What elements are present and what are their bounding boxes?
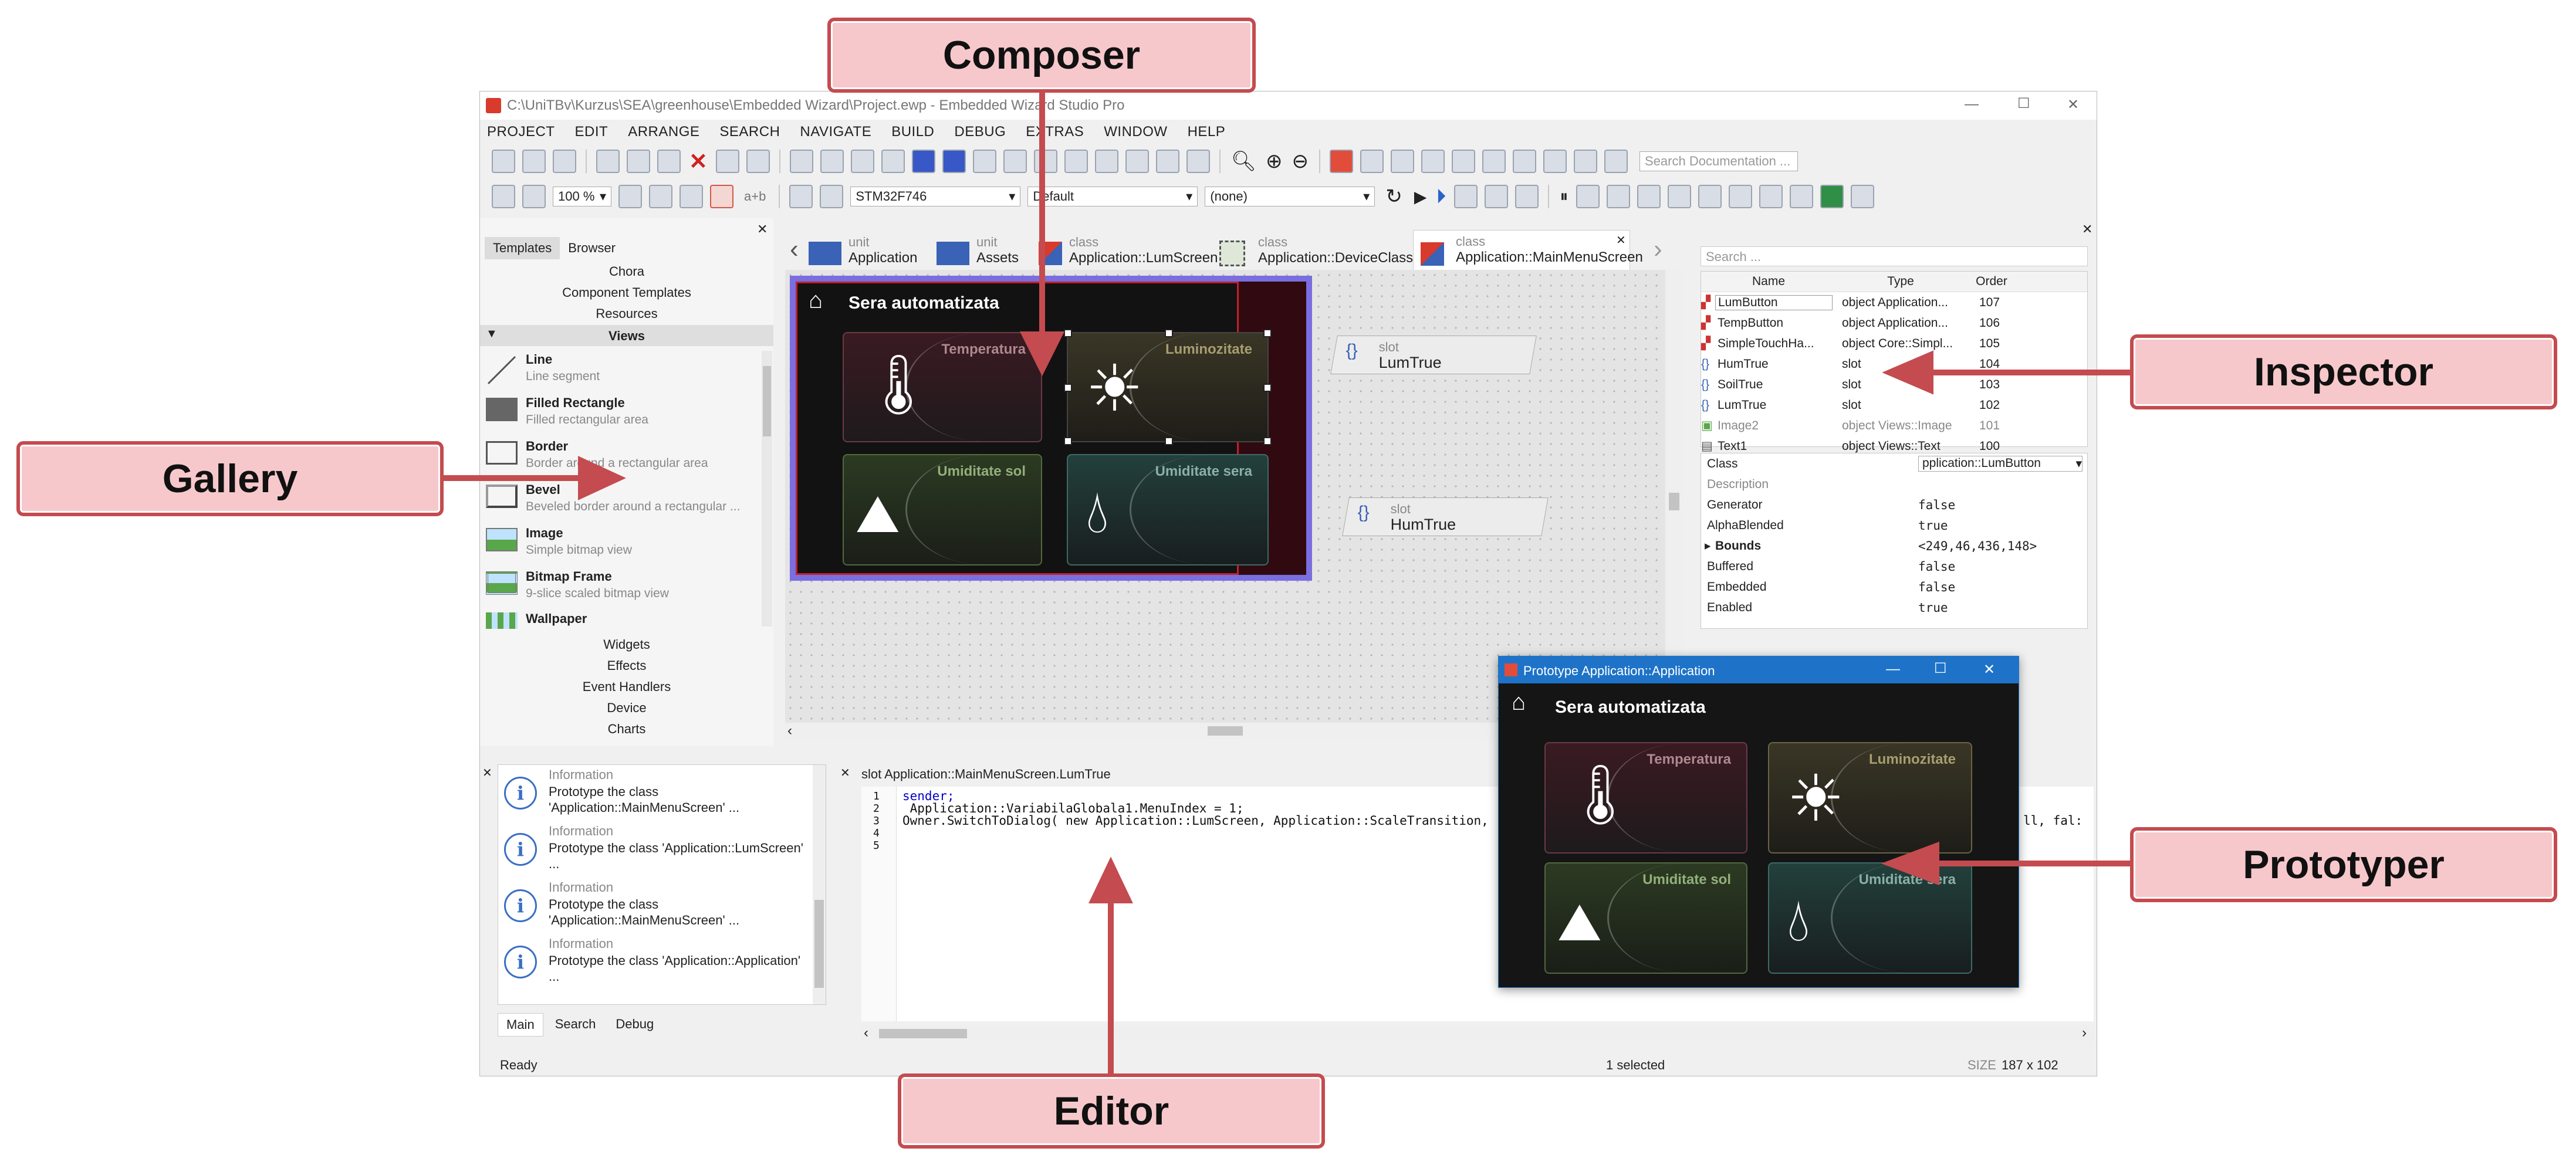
arrowhead-prototyper — [1881, 841, 1939, 886]
arrowhead-editor — [1088, 856, 1133, 903]
arrowhead-inspector — [1882, 350, 1933, 395]
callout-gallery: Gallery — [16, 441, 444, 516]
callout-prototyper: Prototyper — [2130, 827, 2557, 902]
callout-inspector: Inspector — [2130, 334, 2557, 409]
arrowhead-composer — [1019, 331, 1065, 377]
callout-composer: Composer — [827, 18, 1256, 93]
arrowhead-gallery — [578, 456, 626, 500]
callout-editor: Editor — [898, 1073, 1325, 1149]
annotation-arrows — [443, 91, 2130, 1073]
